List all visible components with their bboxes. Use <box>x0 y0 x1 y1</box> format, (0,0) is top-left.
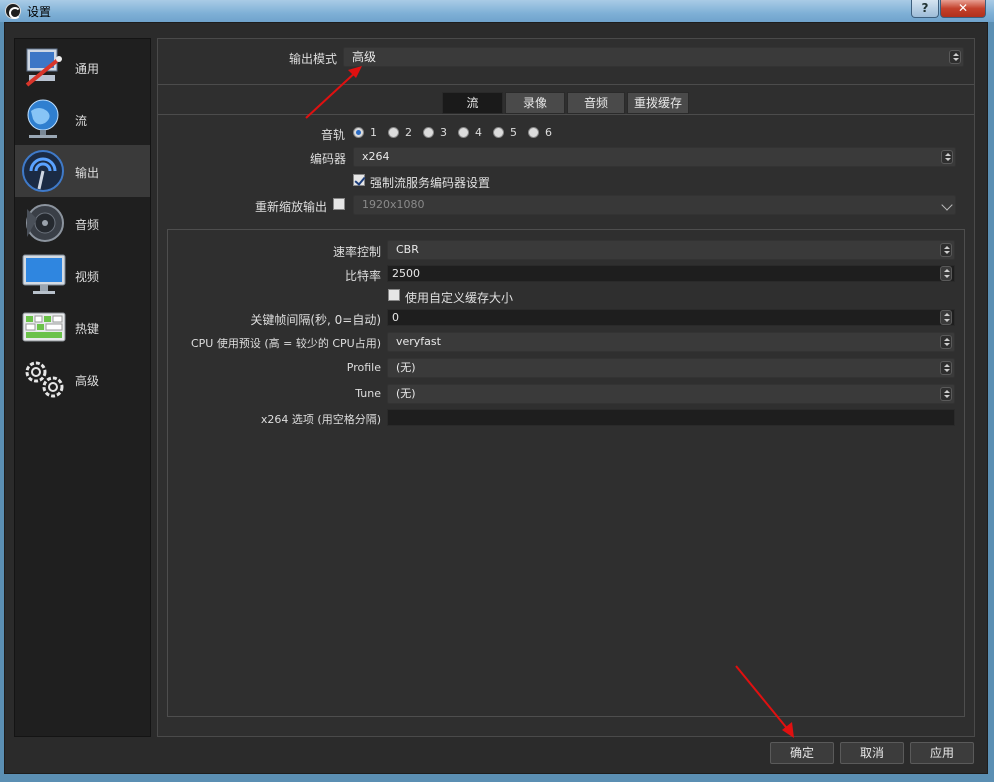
encoder-combo[interactable]: x264 <box>353 147 956 167</box>
enforce-encoder-checkbox[interactable] <box>353 174 365 186</box>
custom-buffer-label: 使用自定义缓存大小 <box>405 291 514 305</box>
keyframe-interval-spinbox[interactable]: 0 <box>387 309 955 326</box>
audio-track-radio-1[interactable] <box>353 127 364 138</box>
audio-track-option-label: 6 <box>545 126 552 139</box>
settings-sidebar: 通用 流 输出 音频 视频 热键 高级 <box>14 38 151 737</box>
cpu-preset-label: CPU 使用预设 (高 = 较少的 CPU占用) <box>190 337 381 350</box>
tab-recording[interactable]: 录像 <box>505 92 565 114</box>
encoder-settings-group <box>167 229 965 717</box>
video-monitor-icon <box>22 254 66 294</box>
bitrate-label: 比特率 <box>344 269 381 283</box>
sidebar-item-output[interactable]: 输出 <box>15 145 150 197</box>
audio-track-radio-3[interactable] <box>423 127 434 138</box>
rate-control-label: 速率控制 <box>332 245 381 259</box>
profile-label: Profile <box>346 361 381 374</box>
stream-globe-icon <box>27 99 59 138</box>
sidebar-item-hotkeys[interactable]: 热键 <box>15 301 150 353</box>
bitrate-value: 2500 <box>392 267 420 280</box>
sidebar-item-audio[interactable]: 音频 <box>15 197 150 249</box>
profile-combo[interactable]: (无) <box>387 358 955 378</box>
rate-control-value: CBR <box>396 243 419 256</box>
sidebar-item-label: 视频 <box>75 270 100 284</box>
advanced-gears-icon <box>25 361 64 398</box>
cpu-preset-value: veryfast <box>396 335 441 348</box>
title-bar: 设置 ? ✕ <box>0 0 994 22</box>
sidebar-item-advanced[interactable]: 高级 <box>15 353 150 405</box>
cpu-preset-combo[interactable]: veryfast <box>387 332 955 352</box>
window-title: 设置 <box>27 5 52 19</box>
tune-label: Tune <box>355 387 381 400</box>
help-button[interactable]: ? <box>911 0 939 18</box>
x264-options-label: x264 选项 (用空格分隔) <box>260 413 381 426</box>
audio-track-option-label: 2 <box>405 126 412 139</box>
rescale-resolution-value: 1920x1080 <box>362 198 425 211</box>
general-icon <box>25 48 62 87</box>
sidebar-item-label: 流 <box>75 114 88 128</box>
spin-updown-icon[interactable] <box>940 266 952 281</box>
encoder-label: 编码器 <box>310 152 347 166</box>
output-mode-value: 高级 <box>352 50 377 64</box>
rescale-output-checkbox[interactable] <box>333 198 345 210</box>
output-mode-label: 输出模式 <box>289 52 338 66</box>
audio-track-radio-5[interactable] <box>493 127 504 138</box>
chevron-updown-icon <box>940 243 952 257</box>
tab-replay-buffer[interactable]: 重拨缓存 <box>627 92 689 114</box>
obs-logo-icon <box>5 3 21 19</box>
x264-options-input[interactable] <box>387 409 955 426</box>
chevron-down-icon <box>941 199 953 211</box>
bitrate-spinbox[interactable]: 2500 <box>387 265 955 282</box>
chevron-updown-icon <box>940 361 952 375</box>
sidebar-item-label: 热键 <box>75 322 100 336</box>
rescale-resolution-combo: 1920x1080 <box>353 195 956 215</box>
spin-updown-icon[interactable] <box>940 310 952 325</box>
rescale-output-label: 重新缩放输出 <box>255 200 328 214</box>
audio-track-radio-4[interactable] <box>458 127 469 138</box>
sidebar-item-stream[interactable]: 流 <box>15 93 150 145</box>
audio-track-option-label: 5 <box>510 126 517 139</box>
tab-audio[interactable]: 音频 <box>567 92 625 114</box>
tab-stream[interactable]: 流 <box>442 92 503 114</box>
chevron-updown-icon <box>940 335 952 349</box>
chevron-updown-icon <box>940 387 952 401</box>
audio-track-option-label: 4 <box>475 126 482 139</box>
output-icon <box>22 150 64 192</box>
audio-track-radio-2[interactable] <box>388 127 399 138</box>
divider <box>158 84 974 85</box>
encoder-value: x264 <box>362 150 390 163</box>
ok-button[interactable]: 确定 <box>770 742 834 764</box>
audio-speaker-icon <box>26 204 64 242</box>
apply-button[interactable]: 应用 <box>910 742 974 764</box>
enforce-encoder-label: 强制流服务编码器设置 <box>370 176 491 190</box>
sidebar-item-label: 通用 <box>75 62 100 76</box>
rate-control-combo[interactable]: CBR <box>387 240 955 260</box>
output-mode-combo[interactable]: 高级 <box>343 47 964 67</box>
divider <box>158 114 974 115</box>
custom-buffer-checkbox[interactable] <box>388 289 400 301</box>
sidebar-item-general[interactable]: 通用 <box>15 41 150 93</box>
hotkeys-keyboard-icon <box>22 312 66 342</box>
sidebar-item-label: 输出 <box>75 166 100 180</box>
keyframe-interval-value: 0 <box>392 311 399 324</box>
profile-value: (无) <box>396 361 416 374</box>
audio-track-label: 音轨 <box>321 128 346 142</box>
chevron-updown-icon <box>949 50 961 64</box>
output-tabs: 流 录像 音频 重拨缓存 <box>158 92 974 114</box>
sidebar-item-label: 音频 <box>75 218 100 232</box>
audio-track-option-label: 3 <box>440 126 447 139</box>
tune-value: (无) <box>396 387 416 400</box>
sidebar-item-video[interactable]: 视频 <box>15 249 150 301</box>
close-button[interactable]: ✕ <box>940 0 986 18</box>
cancel-button[interactable]: 取消 <box>840 742 904 764</box>
sidebar-item-label: 高级 <box>75 374 100 388</box>
keyframe-interval-label: 关键帧间隔(秒, 0=自动) <box>250 313 381 327</box>
tune-combo[interactable]: (无) <box>387 384 955 404</box>
audio-track-option-label: 1 <box>370 126 377 139</box>
chevron-updown-icon <box>941 150 953 164</box>
audio-track-radio-6[interactable] <box>528 127 539 138</box>
